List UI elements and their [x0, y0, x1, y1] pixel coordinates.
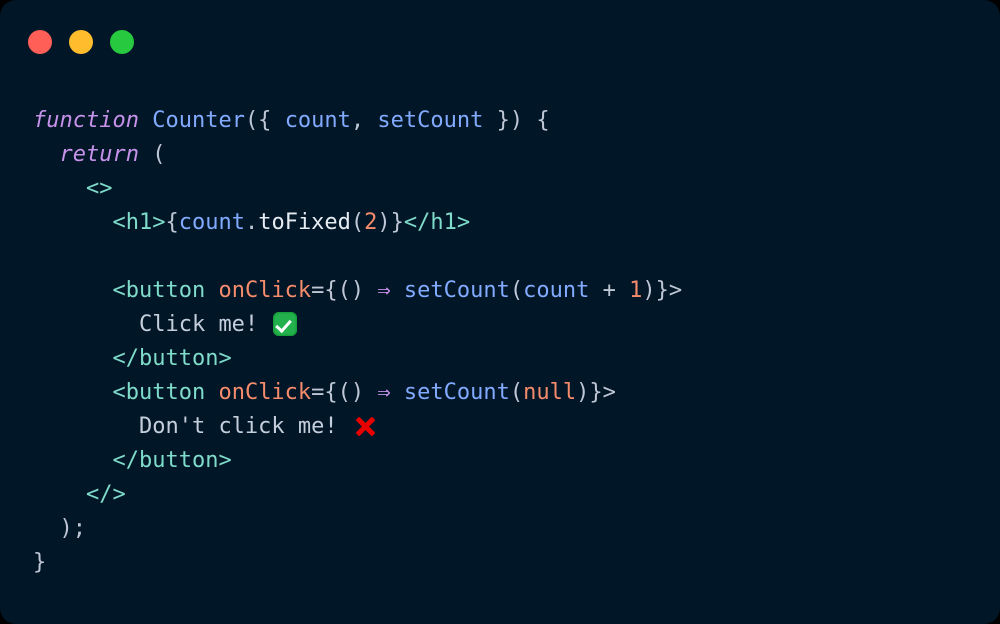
code-token-attr: onClick — [218, 380, 312, 405]
white-heavy-check-mark-icon — [273, 312, 298, 336]
code-token-punc: ({ — [244, 108, 285, 133]
code-editor[interactable]: function Counter({ count, setCount }) { … — [0, 84, 1000, 624]
code-line: return ( — [33, 138, 1000, 172]
code-line: <button onClick={() ⇒ setCount(null)}> — [33, 376, 1000, 410]
code-token-punc: ( — [509, 380, 524, 405]
code-line: Don't click me! — [33, 410, 1000, 444]
code-token-punc — [205, 380, 218, 405]
code-token-tag: </button> — [112, 346, 232, 371]
code-token-punc — [33, 380, 112, 405]
code-token-var: count — [284, 108, 351, 133]
code-token-punc: ( — [138, 142, 166, 167]
code-token-attr: onClick — [218, 278, 312, 303]
code-token-punc — [33, 312, 139, 337]
code-token-punc — [258, 312, 271, 337]
code-token-fn: setCount — [403, 380, 510, 405]
code-line: </> — [33, 478, 1000, 512]
code-token-punc: } — [33, 550, 47, 575]
code-token-punc — [33, 210, 112, 235]
code-line: ); — [33, 512, 1000, 546]
code-token-punc: }) { — [483, 108, 550, 133]
code-token-num: 2 — [364, 210, 378, 235]
code-token-const: null — [523, 380, 577, 405]
code-token-punc — [33, 346, 112, 371]
code-token-tag: <h1> — [112, 210, 166, 235]
code-token-punc: { — [165, 210, 179, 235]
code-token-tag: <> — [85, 176, 113, 201]
code-token-tag: <button — [112, 380, 206, 405]
code-token-punc — [33, 448, 112, 473]
code-token-punc — [33, 482, 86, 507]
code-token-text: Don't click me! — [138, 414, 338, 439]
code-token-punc: )}> — [642, 278, 683, 303]
code-token-punc — [33, 414, 139, 439]
code-token-punc: )}> — [576, 380, 616, 405]
code-token-punc: ( — [509, 278, 524, 303]
code-token-kw: return — [59, 142, 139, 167]
code-token-punc — [33, 142, 60, 167]
code-line: </button> — [33, 444, 1000, 478]
code-line: </button> — [33, 342, 1000, 376]
code-token-punc: ={() — [311, 278, 378, 303]
code-token-op: ⇒ — [377, 278, 391, 303]
minimize-button-icon[interactable] — [69, 30, 93, 54]
code-line: Click me! — [33, 308, 1000, 342]
code-token-tag: </button> — [112, 448, 232, 473]
close-button-icon[interactable] — [28, 30, 52, 54]
code-line: <button onClick={() ⇒ setCount(count + 1… — [33, 274, 1000, 308]
code-line: <h1>{count.toFixed(2)}</h1> — [33, 206, 1000, 240]
code-token-punc — [205, 278, 218, 303]
code-token-op: ⇒ — [377, 380, 391, 405]
code-token-kw: function — [33, 108, 139, 133]
code-token-fn: setCount — [403, 278, 510, 303]
code-token-tag: <button — [112, 278, 206, 303]
code-token-punc: + — [589, 278, 630, 303]
code-token-var: count — [523, 278, 590, 303]
code-token-fn: Counter — [152, 108, 245, 133]
code-token-punc: ); — [33, 516, 86, 541]
code-token-punc — [338, 414, 351, 439]
code-token-punc: ( — [350, 210, 365, 235]
window-titlebar — [0, 0, 1000, 84]
code-token-num: 1 — [629, 278, 643, 303]
cross-mark-icon — [353, 414, 377, 438]
code-token-text: Click me! — [138, 312, 259, 337]
code-line: function Counter({ count, setCount }) { — [33, 104, 1000, 138]
code-line: } — [33, 546, 1000, 580]
code-token-punc — [33, 176, 86, 201]
code-token-tag: </> — [85, 482, 126, 507]
code-token-punc: ={() — [311, 380, 378, 405]
code-line: <> — [33, 172, 1000, 206]
code-token-punc: . — [244, 210, 259, 235]
code-token-var: setCount — [377, 108, 484, 133]
code-window: function Counter({ count, setCount }) { … — [0, 0, 1000, 624]
code-token-punc: , — [350, 108, 378, 133]
code-token-punc — [139, 108, 152, 133]
code-token-punc — [391, 380, 404, 405]
code-token-var: count — [178, 210, 245, 235]
code-token-tag: </h1> — [403, 210, 471, 235]
code-token-punc: )} — [377, 210, 404, 235]
code-token-punc — [33, 278, 112, 303]
maximize-button-icon[interactable] — [110, 30, 134, 54]
code-token-punc — [391, 278, 404, 303]
code-token-method: toFixed — [258, 210, 351, 235]
